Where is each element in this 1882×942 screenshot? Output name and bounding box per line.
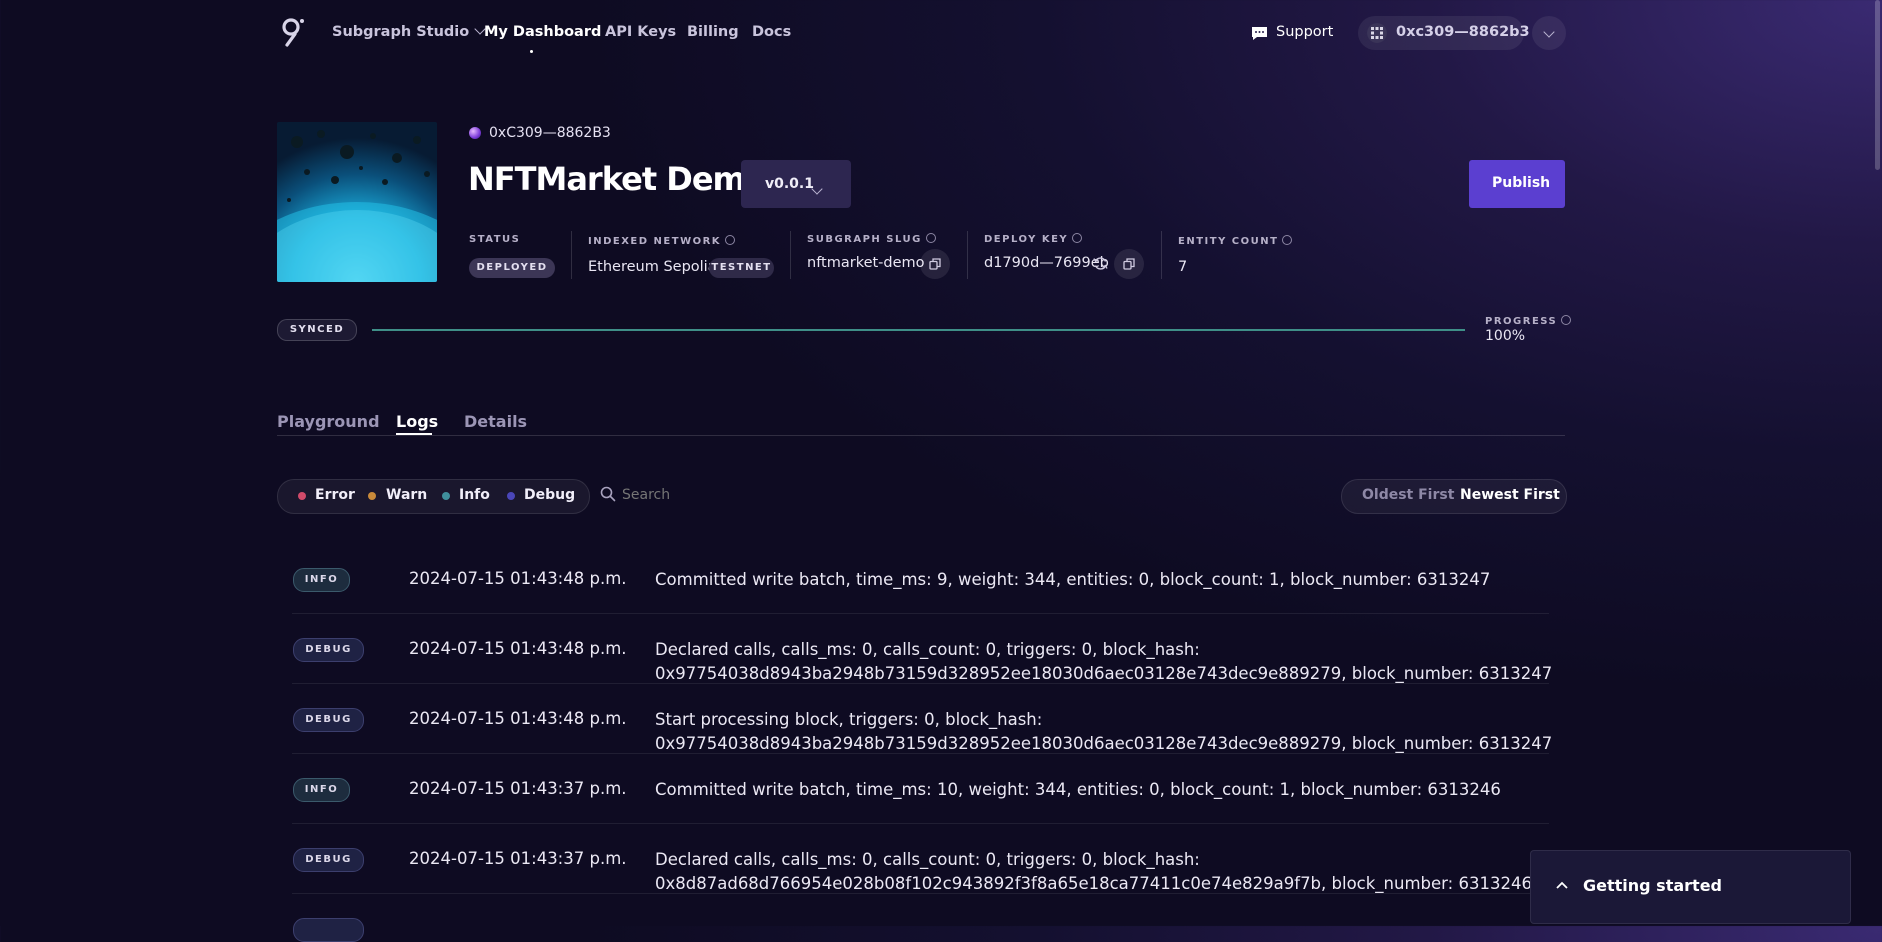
log-timestamp: 2024-07-15 01:43:37 p.m. <box>409 779 627 798</box>
log-message: Start processing block, triggers: 0, blo… <box>655 710 1043 729</box>
nav-billing[interactable]: Billing <box>687 24 739 40</box>
testnet-badge: TESTNET <box>709 258 774 278</box>
status-badge: DEPLOYED <box>469 258 555 278</box>
meta-divider <box>790 231 791 279</box>
chat-icon <box>1252 27 1267 40</box>
info-icon <box>725 235 736 245</box>
tab-logs[interactable]: Logs <box>396 412 438 431</box>
tab-details[interactable]: Details <box>464 412 527 431</box>
log-level-badge: INFO <box>293 568 350 592</box>
copy-icon <box>929 258 941 270</box>
subgraph-cover-image <box>277 122 437 282</box>
info-icon <box>925 233 936 243</box>
row-divider <box>292 893 1549 894</box>
sort-oldest-first[interactable]: Oldest First <box>1362 487 1454 503</box>
log-level-badge: DEBUG <box>293 708 364 732</box>
log-message: Declared calls, calls_ms: 0, calls_count… <box>655 640 1200 659</box>
log-timestamp: 2024-07-15 01:43:48 p.m. <box>409 639 627 658</box>
support-label: Support <box>1276 24 1334 40</box>
filter-error[interactable]: Error <box>315 487 355 503</box>
info-icon <box>1072 233 1083 243</box>
studio-menu-label: Subgraph Studio <box>332 24 470 40</box>
sync-status-badge: SYNCED <box>277 319 357 341</box>
owner-address: 0xC309—8862B3 <box>489 125 611 141</box>
slug-value: nftmarket-demo <box>807 255 925 271</box>
search-icon <box>600 486 616 502</box>
graph-logo-icon[interactable] <box>281 17 305 47</box>
debug-dot-icon <box>507 492 515 500</box>
copy-slug-button[interactable] <box>920 249 950 279</box>
chevron-down-icon <box>1543 26 1555 38</box>
slug-label: SUBGRAPH SLUG <box>807 232 936 245</box>
progress-track <box>372 329 1465 331</box>
tab-playground[interactable]: Playground <box>277 412 380 431</box>
deploy-key-label: DEPLOY KEY <box>984 232 1083 245</box>
info-dot-icon <box>442 492 450 500</box>
entity-count-label: ENTITY COUNT <box>1178 234 1293 247</box>
nav-my-dashboard[interactable]: My Dashboard <box>484 24 601 40</box>
log-level-badge: DEBUG <box>293 638 364 662</box>
progress-value: 100% <box>1485 328 1526 344</box>
info-icon <box>1282 235 1293 245</box>
meta-divider <box>571 231 572 279</box>
row-divider <box>292 823 1549 824</box>
status-label: STATUS <box>469 234 521 245</box>
log-timestamp: 2024-07-15 01:43:48 p.m. <box>409 569 627 588</box>
nav-api-keys[interactable]: API Keys <box>605 24 676 40</box>
chevron-up-icon <box>1556 881 1568 889</box>
row-divider <box>292 753 1549 754</box>
row-divider <box>292 613 1549 614</box>
network-label: INDEXED NETWORK <box>588 234 736 247</box>
version-label: v0.0.1 <box>765 176 814 192</box>
log-timestamp: 2024-07-15 01:43:37 p.m. <box>409 849 627 868</box>
log-message: Declared calls, calls_ms: 0, calls_count… <box>655 850 1200 869</box>
log-level-badge-partial <box>293 918 364 942</box>
refresh-icon[interactable] <box>1093 256 1108 271</box>
sort-newest-first[interactable]: Newest First <box>1460 487 1560 503</box>
filter-info[interactable]: Info <box>459 487 490 503</box>
filter-warn[interactable]: Warn <box>386 487 427 503</box>
scrollbar-thumb[interactable] <box>1875 0 1880 170</box>
network-value: Ethereum Sepolia <box>588 259 717 275</box>
active-tab-underline <box>396 433 432 435</box>
error-dot-icon <box>298 492 306 500</box>
filter-debug[interactable]: Debug <box>524 487 575 503</box>
page-title: NFTMarket Demo <box>468 160 767 198</box>
search-input[interactable] <box>622 483 882 507</box>
warn-dot-icon <box>368 492 376 500</box>
owner-avatar <box>469 127 481 139</box>
account-menu-button[interactable] <box>1532 16 1566 50</box>
row-divider <box>292 683 1549 684</box>
log-message: Committed write batch, time_ms: 9, weigh… <box>655 570 1491 589</box>
log-message: Committed write batch, time_ms: 10, weig… <box>655 780 1501 799</box>
copy-deploy-key-button[interactable] <box>1114 249 1144 279</box>
wallet-address: 0xc309—8862b3 <box>1396 24 1530 40</box>
tabs-divider <box>277 435 1565 436</box>
entity-count-value: 7 <box>1178 259 1188 275</box>
meta-divider <box>1161 231 1162 279</box>
deploy-key-value: d1790d—7699eb <box>984 255 1109 271</box>
log-level-badge: DEBUG <box>293 848 364 872</box>
wallet-avatar <box>1367 23 1387 43</box>
copy-icon <box>1123 258 1135 270</box>
progress-label: PROGRESS <box>1485 314 1572 327</box>
meta-divider <box>967 231 968 279</box>
active-nav-indicator <box>530 50 533 53</box>
publish-label: Publish <box>1492 175 1551 191</box>
studio-menu[interactable]: Subgraph Studio <box>332 23 486 40</box>
getting-started-label: Getting started <box>1583 876 1722 895</box>
log-level-badge: INFO <box>293 778 350 802</box>
log-timestamp: 2024-07-15 01:43:48 p.m. <box>409 709 627 728</box>
progress-fill <box>372 329 1465 331</box>
info-icon <box>1561 315 1572 325</box>
nav-docs[interactable]: Docs <box>752 24 791 40</box>
